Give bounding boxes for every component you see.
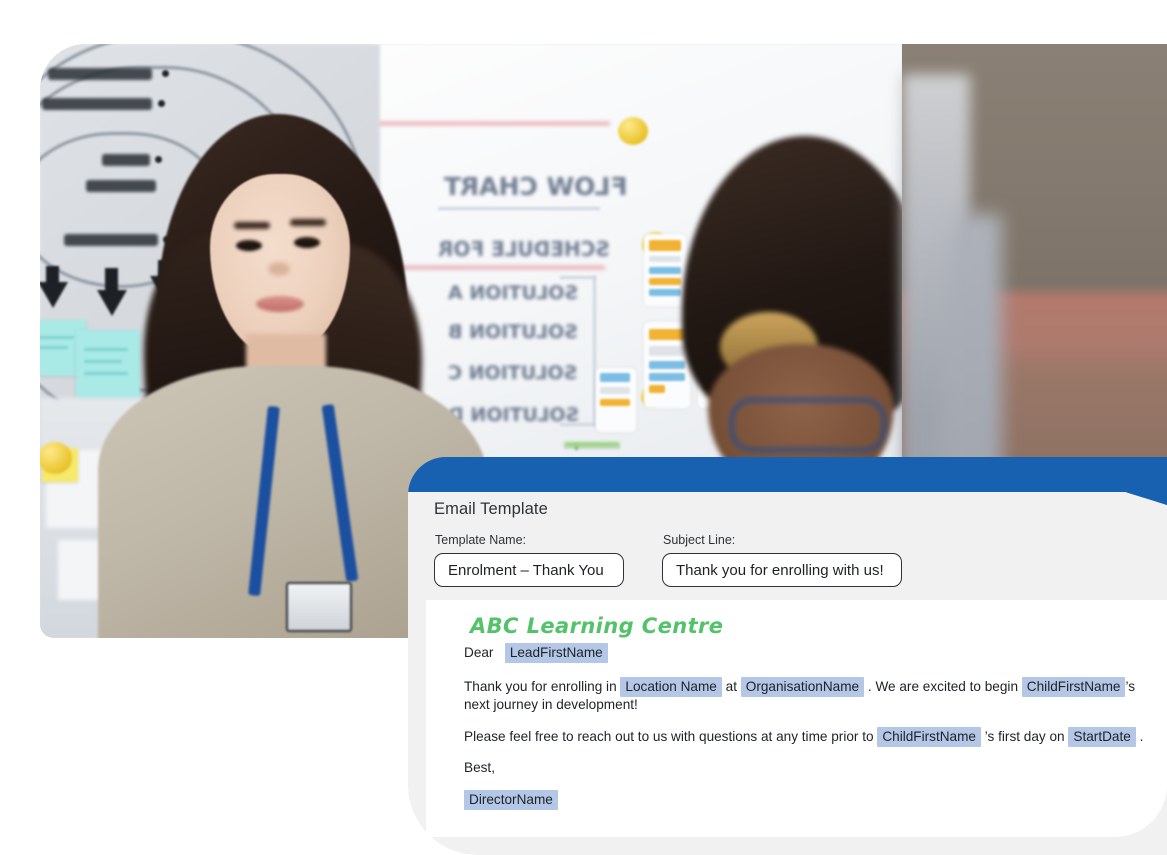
- merge-field-location-name[interactable]: Location Name: [620, 676, 722, 697]
- email-p2-part-b: ’s first day on: [984, 728, 1065, 744]
- poster-text-1: [48, 68, 152, 80]
- person-eye-right: [294, 237, 320, 248]
- poster-text-2: [42, 98, 152, 110]
- merge-field-child-first-name-1[interactable]: ChildFirstName: [1021, 676, 1126, 697]
- poster-bullet-2: [158, 100, 165, 107]
- merge-field-organisation-name[interactable]: OrganisationName: [740, 676, 865, 697]
- person-id-badge: [286, 582, 352, 632]
- email-p1-part-c: . We are excited to begin: [867, 678, 1019, 694]
- person-lips: [256, 296, 304, 312]
- email-greeting: Dear LeadFirstName: [464, 642, 1144, 663]
- merge-field-child-first-name-2[interactable]: ChildFirstName: [877, 726, 981, 747]
- template-name-input[interactable]: Enrolment – Thank You: [434, 553, 624, 587]
- person-eye-left: [236, 240, 262, 251]
- template-name-label: Template Name:: [435, 533, 527, 547]
- person-brow-left: [234, 222, 270, 229]
- email-greeting-text: Dear: [464, 644, 494, 660]
- email-p2-part-a: Please feel free to reach out to us with…: [464, 728, 874, 744]
- subject-line-label: Subject Line:: [663, 533, 736, 547]
- email-paragraph-2: Please feel free to reach out to us with…: [464, 726, 1144, 747]
- merge-field-lead-first-name[interactable]: LeadFirstName: [504, 642, 608, 663]
- wireframe-card-5: [596, 368, 636, 432]
- email-signoff: Best,: [464, 760, 495, 776]
- email-body-surface: ABC Learning Centre Dear LeadFirstName T…: [426, 600, 1167, 837]
- person-brow-right: [290, 219, 326, 226]
- email-p1-part-b: at: [725, 678, 737, 694]
- sticky-note-2: [76, 330, 140, 400]
- merge-field-start-date[interactable]: StartDate: [1068, 726, 1136, 747]
- poster-bullet-1: [162, 70, 169, 77]
- person-nose: [268, 262, 290, 276]
- email-org-heading: ABC Learning Centre: [470, 614, 724, 638]
- email-p1-part-d: ’s: [1125, 678, 1136, 694]
- email-p1-part-a: Thank you for enrolling in: [464, 678, 617, 694]
- whiteboard-label-flowchart: FLOW CHART: [444, 172, 628, 201]
- whiteboard-green-marker: [564, 442, 620, 447]
- whiteboard-bracket-bottom: [560, 423, 596, 426]
- screenshot-root: FLOW CHART SCHEDULE FOR SOLUTION A SOLUT…: [0, 0, 1167, 855]
- whiteboard-bracket-top: [560, 276, 596, 279]
- poster-arrow-1: [40, 282, 68, 308]
- merge-field-director-name[interactable]: DirectorName: [464, 790, 558, 811]
- email-template-panel: Email Template Template Name: Enrolment …: [408, 457, 1167, 855]
- page-title: Email Template: [434, 500, 548, 518]
- poster-arrow-2: [97, 290, 127, 316]
- email-signature: DirectorName: [464, 790, 1144, 811]
- email-paragraph-1: Thank you for enrolling in Location Name…: [464, 676, 1144, 714]
- whiteboard-magnet-1: [618, 117, 648, 145]
- subject-line-input[interactable]: Thank you for enrolling with us!: [662, 553, 902, 587]
- email-body-content[interactable]: ABC Learning Centre Dear LeadFirstName T…: [464, 613, 1144, 823]
- email-p1-part-e: next journey in development!: [464, 696, 638, 712]
- email-p2-part-c: .: [1139, 728, 1144, 744]
- person2-glasses: [730, 398, 886, 452]
